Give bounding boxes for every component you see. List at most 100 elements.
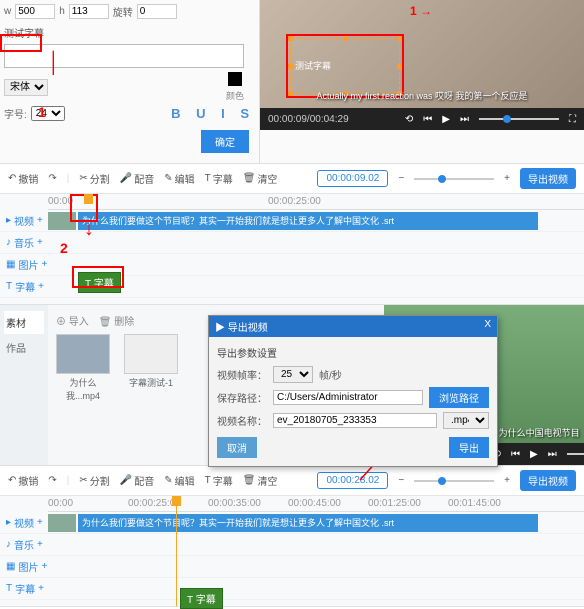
name-label: 视频名称： (217, 413, 267, 428)
tab-works[interactable]: 作品 (4, 336, 44, 359)
selection-label: 测试字幕 (295, 59, 331, 72)
zoom-out-icon[interactable]: − (398, 173, 404, 184)
width-input[interactable] (15, 4, 55, 19)
subtitle-track-label-2: T 字幕 + (0, 581, 48, 596)
video-clip-1[interactable]: 为什么我们要做这个节目呢？其实一开始我们就是想让更多人了解中国文化 .srt (78, 212, 538, 230)
browse-button[interactable]: 浏览路径 (429, 387, 489, 408)
playhead-marker-2[interactable] (172, 496, 181, 506)
edit-button[interactable]: ✎ 编辑 (164, 171, 194, 186)
color-label: 颜色 (226, 89, 244, 102)
add-video-icon-2[interactable]: + (37, 517, 43, 528)
rotate-input[interactable] (137, 4, 177, 19)
text-style-buttons[interactable]: B U I S (171, 106, 255, 121)
ruler-2[interactable]: 00:00 00:00:25:00 00:00:35:00 00:00:45:0… (48, 498, 584, 512)
play-icon-2[interactable]: ▶ (530, 449, 538, 460)
zoom-in-icon-2[interactable]: + (504, 475, 510, 486)
subtitle-drop-indicator-2[interactable]: T 字幕 (180, 588, 223, 609)
lib-item-2[interactable]: 字幕测试-1 (124, 334, 178, 402)
format-select[interactable]: .mp4 (443, 412, 489, 429)
current-time-2: 00:00:28.02 (317, 472, 388, 489)
dialog-close-icon[interactable]: X (484, 319, 491, 334)
image-track-label: ▦ 图片 + (0, 257, 48, 272)
volume-slider-2[interactable] (567, 453, 584, 455)
split-button[interactable]: ✂ 分割 (79, 171, 109, 186)
ruler-1[interactable]: 00:00 00:00:25:00 (48, 196, 584, 210)
zoom-out-icon-2[interactable]: − (398, 475, 404, 486)
path-input[interactable] (273, 390, 423, 405)
dub-button[interactable]: 🎤 配音 (120, 171, 154, 186)
current-time-1: 00:00:09.02 (317, 170, 388, 187)
prev-icon[interactable]: ⏮ (423, 114, 432, 125)
dialog-section-label: 导出参数设置 (217, 345, 489, 360)
fullscreen-icon[interactable]: ⛶ (569, 114, 576, 125)
add-image-icon-2[interactable]: + (41, 561, 47, 572)
cancel-button[interactable]: 取消 (217, 437, 257, 458)
export-dialog: ▶ 导出视频 X 导出参数设置 视频帧率： 25 帧/秒 保存路径： 浏览路径 … (208, 315, 498, 467)
redo-button[interactable]: ↷ (48, 173, 56, 184)
video-subtitle-1: Actually my first reaction was 哎呀 我的第一个反… (260, 89, 584, 102)
volume-slider-1[interactable] (479, 118, 559, 120)
undo-button-2[interactable]: ↶ 撤销 (8, 473, 38, 488)
add-audio-icon[interactable]: + (37, 237, 43, 248)
fps-unit: 帧/秒 (319, 367, 342, 382)
font-select[interactable]: 宋体 (4, 79, 48, 96)
subtitle-track-label: T 字幕 + (0, 279, 48, 294)
clip-thumb-1[interactable] (48, 212, 76, 230)
rotate-label: 旋转 (113, 4, 133, 19)
height-input[interactable] (69, 4, 109, 19)
export-confirm-button[interactable]: 导出 (449, 437, 489, 458)
ok-button[interactable]: 确定 (201, 130, 249, 153)
dub-button-2[interactable]: 🎤 配音 (120, 473, 154, 488)
edit-button-2[interactable]: ✎ 编辑 (164, 473, 194, 488)
clear-button[interactable]: 🗑 清空 (243, 171, 278, 186)
fps-label: 视频帧率： (217, 367, 267, 382)
clear-button-2[interactable]: 🗑 清空 (243, 473, 278, 488)
add-audio-icon-2[interactable]: + (37, 539, 43, 550)
fontsize-select[interactable]: 24 (31, 106, 65, 121)
video-track-label-2: ▸ 视频 + (0, 515, 48, 530)
zoom-in-icon[interactable]: + (504, 173, 510, 184)
next-icon-2[interactable]: ⏭ (548, 449, 557, 460)
audio-track-label: ♪ 音乐 + (0, 235, 48, 250)
playhead-marker-1[interactable] (84, 194, 93, 204)
add-subtitle-icon-2[interactable]: + (38, 583, 44, 594)
zoom-slider-1[interactable] (414, 178, 494, 180)
fontsize-label: 字号: (4, 106, 27, 121)
video-clip-2[interactable]: 为什么我们要做这个节目呢？其实一开始我们就是想让更多人了解中国文化 .srt (78, 514, 538, 532)
export-button-1[interactable]: 导出视频 (520, 168, 576, 189)
video-preview-1: 测试字幕 1 → Actually my first reaction was … (260, 0, 584, 130)
undo-button[interactable]: ↶ 撤销 (8, 171, 38, 186)
fps-select[interactable]: 25 (273, 366, 313, 383)
loop-icon[interactable]: ⟲ (405, 114, 413, 125)
zoom-slider-2[interactable] (414, 480, 494, 482)
clip-thumb-2[interactable] (48, 514, 76, 532)
redo-button-2[interactable]: ↷ (48, 475, 56, 486)
play-icon[interactable]: ▶ (442, 114, 450, 125)
name-input[interactable] (273, 413, 437, 428)
add-video-icon[interactable]: + (37, 215, 43, 226)
subtitle-text-label: 测试字幕 (4, 25, 255, 40)
image-track-label-2: ▦ 图片 + (0, 559, 48, 574)
audio-track-label-2: ♪ 音乐 + (0, 537, 48, 552)
subtitle-button[interactable]: T 字幕 (205, 171, 233, 186)
add-subtitle-icon[interactable]: + (38, 281, 44, 292)
video-track-label: ▸ 视频 + (0, 213, 48, 228)
lib-item-1[interactable]: 为什么我...mp4 (56, 334, 110, 402)
import-button[interactable]: ⊕ 导入 (56, 313, 89, 328)
delete-button[interactable]: 🗑 删除 (99, 313, 134, 328)
time-display-1: 00:00:09/00:04:29 (268, 114, 349, 125)
playhead-2[interactable] (176, 496, 177, 606)
subtitle-text-input[interactable] (4, 44, 244, 68)
w-label: w (4, 6, 11, 17)
tab-material[interactable]: 素材 (4, 311, 44, 334)
add-image-icon[interactable]: + (41, 259, 47, 270)
split-button-2[interactable]: ✂ 分割 (79, 473, 109, 488)
path-label: 保存路径： (217, 390, 267, 405)
subtitle-drop-indicator[interactable]: T 字幕 (78, 272, 121, 293)
h-label: h (59, 6, 65, 17)
prev-icon-2[interactable]: ⏮ (511, 449, 520, 460)
subtitle-button-2[interactable]: T 字幕 (205, 473, 233, 488)
export-button-2[interactable]: 导出视频 (520, 470, 576, 491)
color-swatch[interactable] (228, 72, 242, 86)
next-icon[interactable]: ⏭ (460, 114, 469, 125)
